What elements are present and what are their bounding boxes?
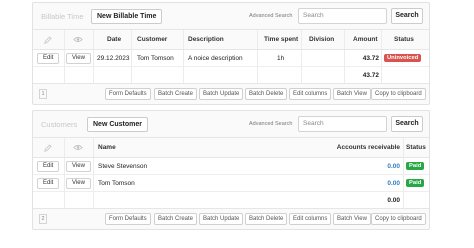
column-header-date[interactable]: Date <box>107 30 121 49</box>
row-count: 1 <box>39 89 47 99</box>
column-header-accounts-receivable[interactable]: Accounts receivable <box>293 138 400 157</box>
cell-description: A noice description <box>188 54 243 62</box>
form-defaults-button[interactable]: Form Defaults <box>105 213 151 225</box>
cell-amount: 43.72 <box>362 54 379 62</box>
status-badge: Paid <box>406 162 425 170</box>
advanced-search-link[interactable]: Advanced Search <box>249 121 292 127</box>
column-header-name[interactable]: Name <box>98 138 116 157</box>
table-footer: 2 Form Defaults Batch Create Batch Updat… <box>33 209 429 229</box>
new-billable-time-button[interactable]: New Billable Time <box>91 9 163 24</box>
batch-update-button[interactable]: Batch Update <box>199 88 244 100</box>
status-badge: Uninvoiced <box>384 54 422 62</box>
customers-title: Customers <box>41 120 78 129</box>
search-input[interactable]: Search <box>298 8 387 24</box>
cell-time-spent: 1h <box>277 54 285 62</box>
total-accounts-receivable: 0.00 <box>387 196 400 204</box>
column-header-description[interactable]: Description <box>188 30 224 49</box>
billable-time-header: Billable Time New Billable Time Advanced… <box>33 3 429 30</box>
view-button[interactable]: View <box>66 177 91 189</box>
customers-header: Customers New Customer Advanced Search S… <box>33 111 429 138</box>
column-header-status[interactable]: Status <box>406 138 426 157</box>
billable-time-title: Billable Time <box>41 12 84 21</box>
totals-row: 0.00 <box>33 192 429 209</box>
batch-delete-button[interactable]: Batch Delete <box>245 88 288 100</box>
total-amount: 43.72 <box>362 71 379 79</box>
column-header-time-spent[interactable]: Time spent <box>264 30 298 49</box>
edit-columns-button[interactable]: Edit columns <box>289 213 332 225</box>
batch-delete-button[interactable]: Batch Delete <box>245 213 288 225</box>
batch-create-button[interactable]: Batch Create <box>154 88 198 100</box>
edit-button[interactable]: Edit <box>37 160 60 172</box>
batch-view-button[interactable]: Batch View <box>333 88 371 100</box>
pencil-icon <box>44 30 52 49</box>
view-button[interactable]: View <box>66 52 91 64</box>
column-header-division[interactable]: Division <box>309 30 334 49</box>
edit-button[interactable]: Edit <box>37 52 60 64</box>
batch-view-button[interactable]: Batch View <box>333 213 371 225</box>
table-row: Edit View Tom Tomson 0.00 Paid <box>33 175 429 192</box>
copy-to-clipboard-button[interactable]: Copy to clipboard <box>371 88 426 100</box>
cell-name: Tom Tomson <box>98 179 135 187</box>
edit-button[interactable]: Edit <box>37 177 60 189</box>
table-row: Edit View Steve Stevenson 0.00 Paid <box>33 158 429 175</box>
search-button[interactable]: Search <box>391 116 423 132</box>
search-input[interactable]: Search <box>298 116 387 132</box>
cell-accounts-receivable: 0.00 <box>387 179 400 187</box>
column-header-customer[interactable]: Customer <box>137 30 167 49</box>
cell-name: Steve Stevenson <box>98 162 148 170</box>
customers-panel: Customers New Customer Advanced Search S… <box>32 110 430 230</box>
table-footer: 1 Form Defaults Batch Create Batch Updat… <box>33 84 429 104</box>
edit-columns-button[interactable]: Edit columns <box>289 88 332 100</box>
form-defaults-button[interactable]: Form Defaults <box>105 88 151 100</box>
column-header-status[interactable]: Status <box>394 30 414 49</box>
copy-to-clipboard-button[interactable]: Copy to clipboard <box>371 213 426 225</box>
eye-icon <box>73 138 83 157</box>
row-count: 2 <box>39 214 47 224</box>
totals-row: 43.72 <box>33 67 429 84</box>
new-customer-button[interactable]: New Customer <box>87 117 149 132</box>
table-header: Date Customer Description Time spent Div… <box>33 30 429 50</box>
table-row: Edit View 29.12.2023 Tom Tomson A noice … <box>33 50 429 67</box>
cell-accounts-receivable: 0.00 <box>387 162 400 170</box>
column-header-amount[interactable]: Amount <box>353 30 378 49</box>
cell-date: 29.12.2023 <box>97 54 130 62</box>
batch-update-button[interactable]: Batch Update <box>199 213 244 225</box>
advanced-search-link[interactable]: Advanced Search <box>249 13 292 19</box>
table-header: Name Accounts receivable Status <box>33 138 429 158</box>
search-button[interactable]: Search <box>391 8 423 24</box>
cell-customer: Tom Tomson <box>137 54 174 62</box>
batch-create-button[interactable]: Batch Create <box>154 213 198 225</box>
eye-icon <box>73 30 83 49</box>
pencil-icon <box>44 138 52 157</box>
status-badge: Paid <box>406 179 425 187</box>
billable-time-panel: Billable Time New Billable Time Advanced… <box>32 2 430 105</box>
view-button[interactable]: View <box>66 160 91 172</box>
